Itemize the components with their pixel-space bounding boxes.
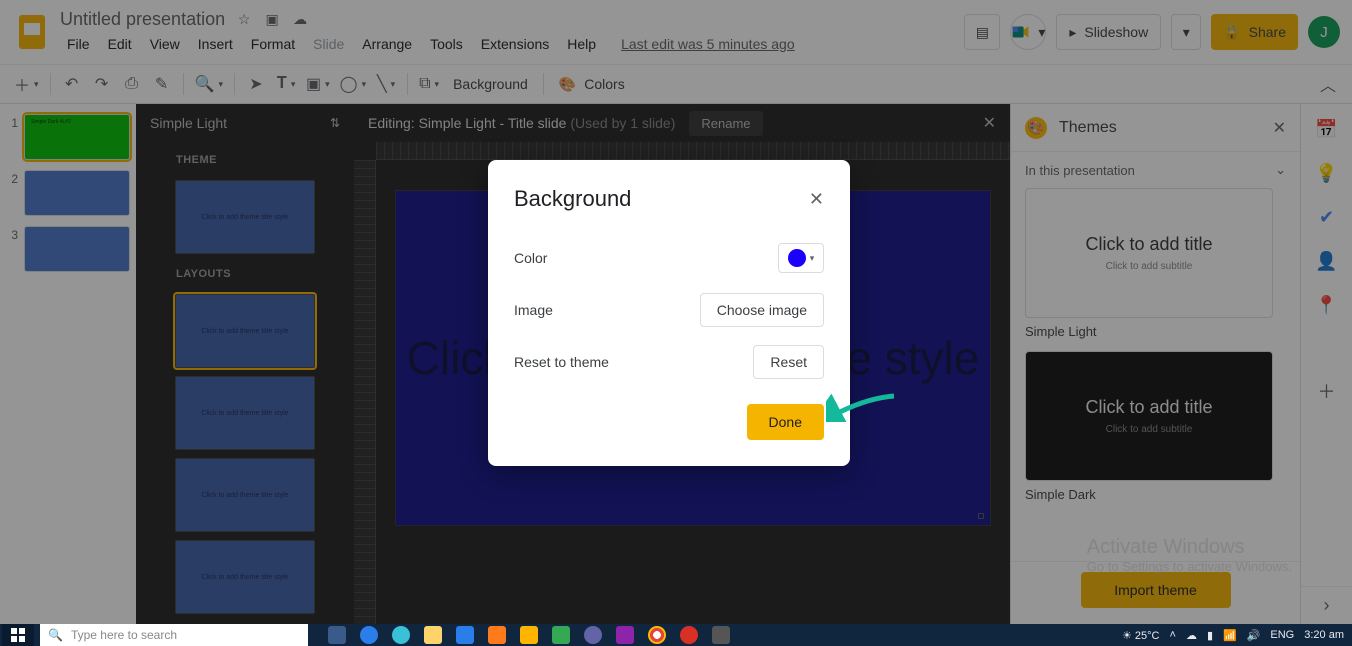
done-button[interactable]: Done bbox=[747, 404, 824, 440]
app-icon[interactable] bbox=[552, 626, 570, 644]
battery-icon[interactable]: ▮ bbox=[1207, 629, 1213, 642]
app-icon[interactable] bbox=[360, 626, 378, 644]
color-label: Color bbox=[514, 250, 547, 266]
windows-taskbar: 🔍 Type here to search ☀ 25°C ˄ ☁ ▮ 📶 🔊 E… bbox=[0, 624, 1352, 646]
background-dialog: Background ✕ Color ▾ Image Choose image … bbox=[488, 160, 850, 466]
chrome-icon[interactable] bbox=[648, 626, 666, 644]
app-icon[interactable] bbox=[488, 626, 506, 644]
store-icon[interactable] bbox=[456, 626, 474, 644]
reset-label: Reset to theme bbox=[514, 354, 609, 370]
app-icon[interactable] bbox=[616, 626, 634, 644]
edge-icon[interactable] bbox=[392, 626, 410, 644]
tray-chevron-icon[interactable]: ˄ bbox=[1170, 629, 1176, 641]
start-button[interactable] bbox=[2, 624, 34, 646]
dialog-close-button[interactable]: ✕ bbox=[809, 189, 824, 210]
task-view-icon[interactable] bbox=[328, 626, 346, 644]
clock[interactable]: 3:20 am bbox=[1304, 629, 1344, 641]
taskbar-pinned-apps bbox=[328, 626, 730, 644]
explorer-icon[interactable] bbox=[424, 626, 442, 644]
dialog-title: Background bbox=[514, 186, 631, 212]
taskbar-search[interactable]: 🔍 Type here to search bbox=[40, 624, 308, 646]
choose-image-button[interactable]: Choose image bbox=[700, 293, 824, 327]
reset-button[interactable]: Reset bbox=[753, 345, 824, 379]
app-icon[interactable] bbox=[680, 626, 698, 644]
color-swatch bbox=[788, 249, 806, 267]
caret-down-icon: ▾ bbox=[810, 253, 815, 264]
volume-icon[interactable]: 🔊 bbox=[1247, 629, 1261, 642]
windows-activation-watermark: Activate Windows Go to Settings to activ… bbox=[1087, 536, 1292, 574]
wifi-icon[interactable]: 📶 bbox=[1223, 629, 1237, 642]
app-icon[interactable] bbox=[520, 626, 538, 644]
app-icon[interactable] bbox=[712, 626, 730, 644]
language-indicator[interactable]: ENG bbox=[1270, 629, 1294, 641]
image-label: Image bbox=[514, 302, 553, 318]
search-icon: 🔍 bbox=[48, 628, 63, 642]
cloud-sync-icon[interactable]: ☁ bbox=[1186, 629, 1197, 642]
teams-icon[interactable] bbox=[584, 626, 602, 644]
weather-widget[interactable]: ☀ 25°C bbox=[1122, 629, 1160, 642]
color-picker-button[interactable]: ▾ bbox=[778, 243, 824, 273]
